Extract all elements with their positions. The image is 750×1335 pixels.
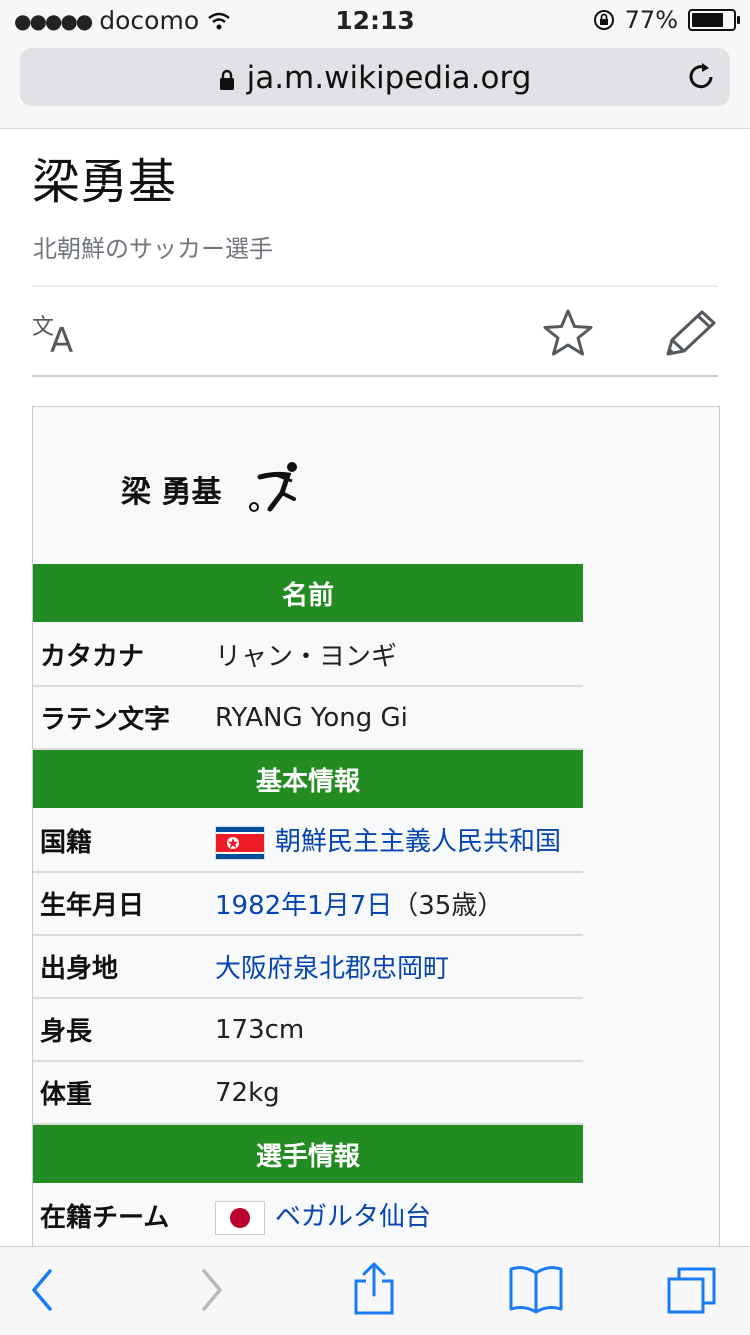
infobox-row: 出身地 大阪府泉北郡忠岡町 [33,935,583,999]
row-label: 生年月日 [33,872,208,936]
browser-address-area: ja.m.wikipedia.org [0,40,750,129]
edit-pencil-icon[interactable] [664,308,718,358]
star-icon[interactable] [542,307,594,359]
bookmarks-icon[interactable] [508,1265,564,1315]
infobox-table: 名前 カタカナ リャン・ヨンギ ラテン文字 RYANG Yong Gi 基本情報 国籍 朝鮮民… [33,564,583,1248]
page-title: 梁勇基 [32,154,177,210]
section-title: 選手情報 [33,1124,583,1185]
infobox-section-header: 選手情報 [33,1124,583,1185]
url-text: ja.m.wikipedia.org [246,60,532,96]
row-value: リャン・ヨンギ [208,623,583,687]
row-value-text: 72kg [215,1077,280,1108]
infobox-row: 国籍 朝鮮民主主義人民共和国 [33,809,583,873]
reload-icon[interactable] [686,60,716,92]
infobox: 梁 勇基 名前 カタカナ リャン・ヨンギ ラテン文字 RYANG Yong Gi 基本情報… [32,406,720,1306]
infobox-row: 身長 173cm [33,998,583,1062]
infobox-row: 在籍チーム ベガルタ仙台 [33,1184,583,1248]
row-value: 173cm [208,998,583,1062]
row-value: ベガルタ仙台 [208,1184,583,1248]
battery-percent: 77% [624,6,678,34]
forward-icon[interactable] [196,1267,226,1313]
back-icon[interactable] [28,1267,58,1313]
language-icon[interactable]: 文 A [32,312,86,354]
row-label: 体重 [33,1061,208,1125]
row-value-text: 173cm [215,1014,305,1045]
battery-icon [688,9,740,31]
divider [32,285,718,287]
row-value-suffix: （35歳） [392,891,504,921]
address-bar[interactable]: ja.m.wikipedia.org [20,48,730,106]
share-icon[interactable] [352,1261,396,1317]
row-value: 大阪府泉北郡忠岡町 [208,935,583,999]
infobox-row: 生年月日 1982年1月7日（35歳） [33,872,583,936]
battery-group: 77% [593,6,740,34]
row-value: 72kg [208,1061,583,1125]
row-link[interactable]: ベガルタ仙台 [275,1202,431,1232]
row-link[interactable]: 朝鮮民主主義人民共和国 [275,827,561,857]
divider [32,375,718,377]
infobox-section-header: 基本情報 [33,749,583,810]
section-title: 基本情報 [33,749,583,810]
row-label: カタカナ [33,623,208,687]
infobox-row: 体重 72kg [33,1061,583,1125]
row-value-text: RYANG Yong Gi [215,702,408,733]
tabs-icon[interactable] [666,1265,718,1315]
row-value-text: リャン・ヨンギ [215,642,398,672]
status-bar: ●●●●● docomo 12:13 77% [0,0,750,40]
row-label: ラテン文字 [33,686,208,750]
browser-toolbar [0,1246,750,1335]
row-label: 身長 [33,998,208,1062]
row-label: 出身地 [33,935,208,999]
row-label: 国籍 [33,809,208,873]
infobox-row: ラテン文字 RYANG Yong Gi [33,686,583,750]
page-subtitle: 北朝鮮のサッカー選手 [33,235,273,263]
row-link[interactable]: 大阪府泉北郡忠岡町 [215,954,449,984]
infobox-heading: 梁 勇基 [121,475,222,510]
row-value: 1982年1月7日（35歳） [208,872,583,936]
row-link[interactable]: 1982年1月7日 [215,891,392,921]
north-korea-flag-icon [215,825,265,860]
orientation-lock-icon [593,10,614,30]
row-value: RYANG Yong Gi [208,686,583,750]
section-title: 名前 [33,564,583,624]
infobox-section-header: 名前 [33,564,583,624]
row-label: 在籍チーム [33,1184,208,1248]
soccer-player-icon [249,462,297,512]
lock-icon [219,69,234,90]
japan-flag-icon [215,1200,265,1235]
row-value: 朝鮮民主主義人民共和国 [208,809,583,873]
infobox-row: カタカナ リャン・ヨンギ [33,623,583,687]
svg-text:A: A [50,321,73,354]
